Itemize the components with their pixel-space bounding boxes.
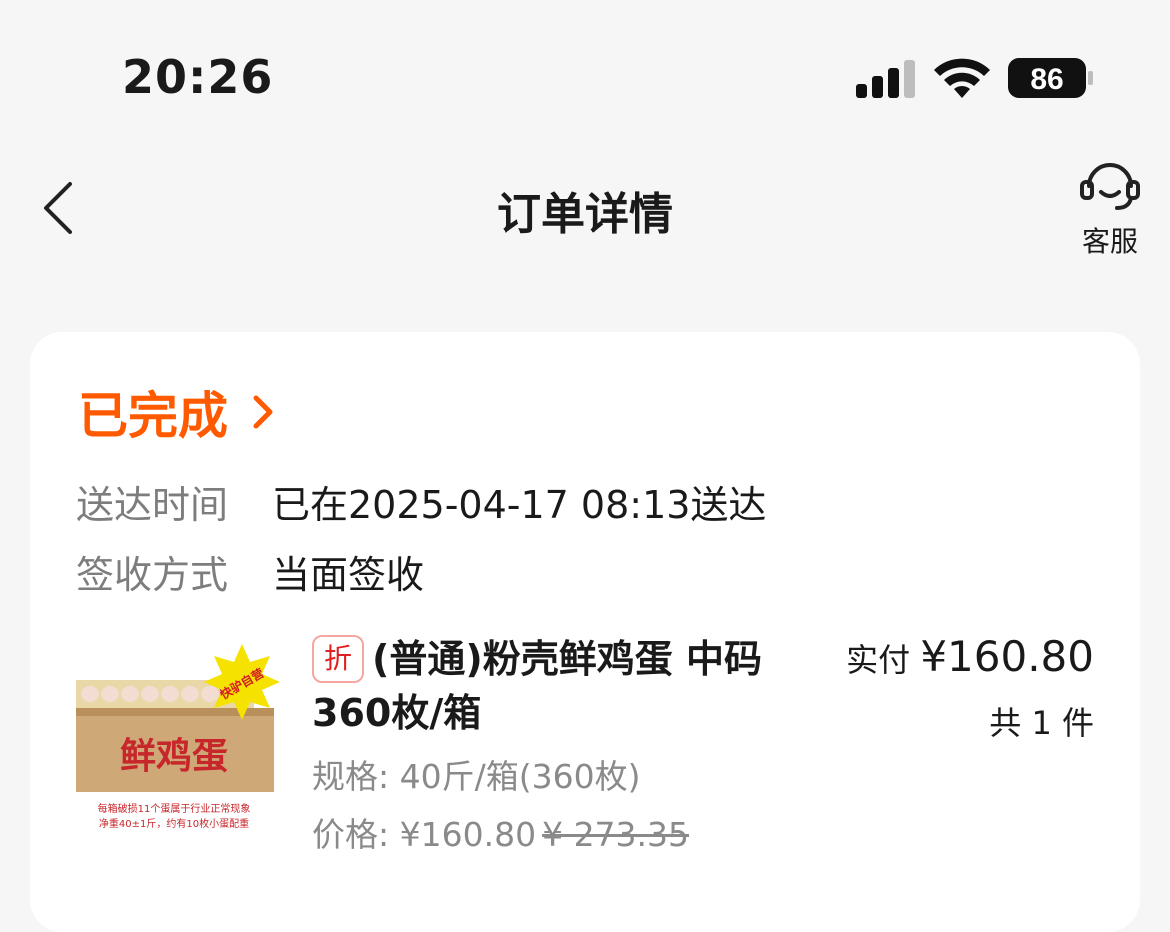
product-image[interactable]: 鲜鸡蛋 快驴自营 每箱破损11个蛋属于行业正常现象 净重40±1斤，约有10枚小… xyxy=(74,642,284,832)
page-title: 订单详情 xyxy=(497,189,673,240)
product-box-text: 鲜鸡蛋 xyxy=(120,735,228,777)
order-status-link[interactable]: 已完成 xyxy=(78,376,276,448)
product-price: 价格: ¥160.80 ¥ 273.35 xyxy=(312,808,689,856)
paid-amount-block: 实付 ¥160.80 xyxy=(846,632,1094,681)
chevron-right-icon xyxy=(253,395,273,429)
product-note-1: 每箱破损11个蛋属于行业正常现象 xyxy=(98,802,251,815)
product-name: (普通)粉壳鲜鸡蛋 中码 360枚/箱 xyxy=(312,637,762,735)
customer-service-label: 客服 xyxy=(1081,225,1138,258)
original-price: ¥ 273.35 xyxy=(542,815,690,854)
battery-icon: 86 xyxy=(1008,58,1093,98)
item-quantity: 共 1 件 xyxy=(989,704,1094,742)
spec-label: 规格: xyxy=(312,757,400,796)
wifi-icon xyxy=(934,58,990,98)
battery-level: 86 xyxy=(1030,63,1063,96)
spec-value: 40斤/箱(360枚) xyxy=(399,757,641,796)
price-value: ¥160.80 xyxy=(399,815,537,854)
receipt-method-label: 签收方式 xyxy=(76,553,229,597)
product-title[interactable]: 折 (普通)粉壳鲜鸡蛋 中码 360枚/箱 xyxy=(312,632,782,740)
order-card: 已完成 送达时间 已在2025-04-17 08:13送达 签收方式 当面签收 … xyxy=(30,332,1140,932)
delivery-time-label: 送达时间 xyxy=(76,483,229,527)
headset-icon xyxy=(1080,163,1140,210)
paid-label: 实付 xyxy=(846,641,921,679)
price-label: 价格: xyxy=(312,815,400,854)
product-note-2: 净重40±1斤，约有10枚小蛋配重 xyxy=(99,817,249,830)
receipt-method-row: 签收方式 当面签收 xyxy=(76,544,424,599)
delivery-time-value: 已在2025-04-17 08:13送达 xyxy=(272,483,767,527)
receipt-method-value: 当面签收 xyxy=(272,553,425,597)
product-spec: 规格: 40斤/箱(360枚) xyxy=(312,750,640,798)
paid-amount: ¥160.80 xyxy=(920,632,1094,681)
status-time: 20:26 xyxy=(122,50,274,104)
order-status: 已完成 xyxy=(78,387,228,445)
discount-tag: 折 xyxy=(312,635,365,683)
customer-service-button[interactable]: 客服 xyxy=(1070,156,1150,266)
delivery-time-row: 送达时间 已在2025-04-17 08:13送达 xyxy=(76,474,766,529)
cellular-signal-icon xyxy=(856,60,915,98)
